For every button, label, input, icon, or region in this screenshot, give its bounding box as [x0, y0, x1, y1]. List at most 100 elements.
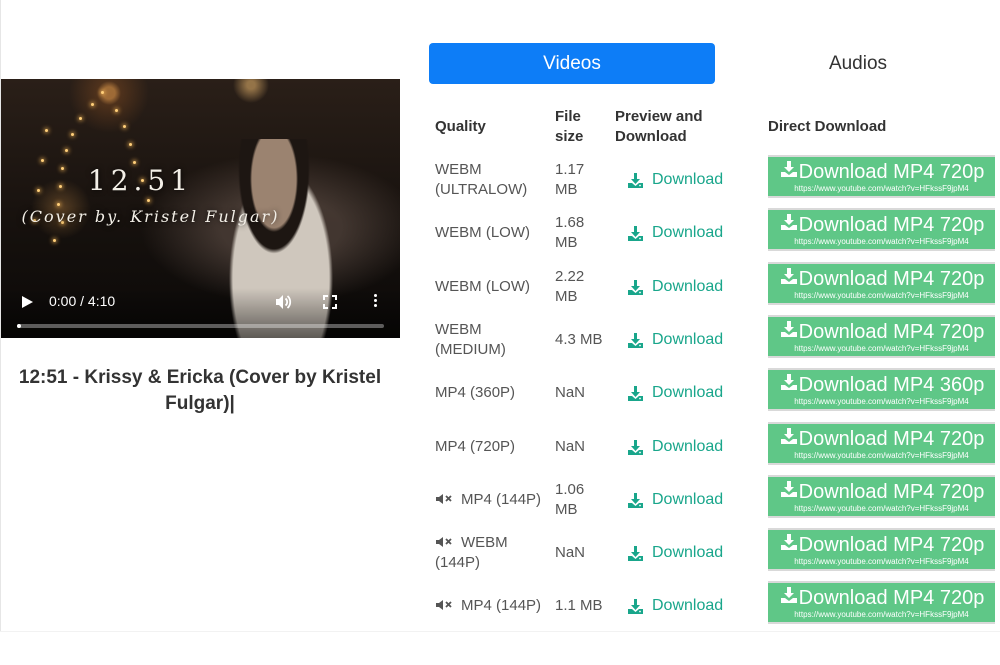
quality-cell: WEBM (LOW) [435, 277, 547, 297]
preview-download-label: Download [652, 438, 724, 455]
quality-cell: MP4 (360P) [435, 383, 547, 403]
download-icon [779, 428, 799, 450]
quality-cell: WEBM (144P) [435, 533, 547, 573]
direct-download-url: https://www.youtube.com/watch?v=HFkssF9j… [794, 610, 969, 619]
file-size-cell: NaN [555, 438, 586, 455]
direct-download-text: Download MP4 720p [798, 481, 985, 503]
file-size-cell: 4.3 MB [555, 331, 603, 348]
download-icon [779, 214, 799, 236]
preview-download-link[interactable]: Download [627, 330, 723, 350]
direct-download-text: Download MP4 360p [798, 374, 985, 396]
download-icon [627, 492, 644, 509]
header-quality: Quality [435, 118, 486, 135]
quality-label: MP4 (720P) [435, 438, 516, 455]
direct-download-button[interactable]: Download MP4 360p https://www.youtube.com… [768, 368, 995, 411]
download-icon [627, 598, 644, 615]
download-icon [779, 268, 799, 290]
direct-download-button[interactable]: Download MP4 720p https://www.youtube.com… [768, 262, 995, 305]
table-row: MP4 (144P) 1.1 MB Download Download MP4 720… [429, 581, 1000, 634]
preview-download-label: Download [652, 597, 724, 614]
preview-download-link[interactable]: Download [627, 543, 723, 563]
direct-download-text: Download MP4 720p [798, 534, 985, 556]
download-icon [779, 534, 799, 556]
direct-download-text: Download MP4 720p [798, 161, 985, 183]
download-icon [627, 385, 644, 402]
download-icon [779, 161, 799, 183]
header-preview: Preview and Download [615, 108, 703, 145]
direct-download-url: https://www.youtube.com/watch?v=HFkssF9j… [794, 291, 969, 300]
quality-label: WEBM (MEDIUM) [435, 321, 506, 358]
direct-download-url: https://www.youtube.com/watch?v=HFkssF9j… [794, 557, 969, 566]
direct-download-button[interactable]: Download MP4 720p https://www.youtube.com… [768, 528, 995, 571]
file-size-cell: NaN [555, 384, 586, 401]
seek-bar[interactable] [17, 324, 384, 328]
direct-download-button[interactable]: Download MP4 720p https://www.youtube.com… [768, 475, 995, 518]
video-player[interactable]: 12.51 (Cover by. Kristel Fulgar) 0:00 / … [1, 79, 400, 338]
direct-download-button[interactable]: Download MP4 720p https://www.youtube.com… [768, 155, 995, 198]
more-vert-icon[interactable] [369, 292, 381, 312]
volume-muted-icon [435, 491, 461, 508]
direct-download-url: https://www.youtube.com/watch?v=HFkssF9j… [794, 504, 969, 513]
header-direct-download: Direct Download [768, 118, 887, 135]
table-row: MP4 (720P) NaN Download Download MP4 720p ht… [429, 422, 1000, 475]
quality-label: MP4 (144P) [461, 597, 542, 614]
download-icon [779, 587, 799, 609]
table-row: MP4 (360P) NaN Download Download MP4 360p ht… [429, 368, 1000, 421]
video-overlay-subtitle: (Cover by. Kristel Fulgar) [21, 207, 280, 226]
direct-download-label: Download MP4 720p [768, 426, 995, 450]
direct-download-text: Download MP4 720p [798, 321, 985, 343]
preview-download-label: Download [652, 331, 724, 348]
direct-download-text: Download MP4 720p [798, 268, 985, 290]
file-size-cell: NaN [555, 544, 586, 561]
table-row: WEBM (144P) NaN Download Download MP4 720p h… [429, 528, 1000, 581]
seek-bar-fill [17, 324, 21, 328]
quality-label: WEBM (LOW) [435, 224, 530, 241]
download-icon [779, 374, 799, 396]
quality-label: WEBM (ULTRALOW) [435, 161, 528, 198]
direct-download-label: Download MP4 720p [768, 266, 995, 290]
download-icon [627, 332, 644, 349]
direct-download-url: https://www.youtube.com/watch?v=HFkssF9j… [794, 344, 969, 353]
volume-muted-icon [435, 534, 461, 551]
direct-download-url: https://www.youtube.com/watch?v=HFkssF9j… [794, 451, 969, 460]
volume-icon[interactable] [274, 293, 292, 311]
tab-audios[interactable]: Audios [715, 43, 1000, 84]
direct-download-label: Download MP4 720p [768, 585, 995, 609]
play-icon[interactable] [19, 294, 35, 310]
player-controls: 0:00 / 4:10 [1, 288, 400, 338]
table-row: WEBM (ULTRALOW) 1.17 MB Download Download M… [429, 155, 1000, 208]
preview-download-label: Download [652, 491, 724, 508]
direct-download-button[interactable]: Download MP4 720p https://www.youtube.com… [768, 208, 995, 251]
quality-cell: MP4 (720P) [435, 437, 547, 457]
preview-download-link[interactable]: Download [627, 490, 723, 510]
direct-download-url: https://www.youtube.com/watch?v=HFkssF9j… [794, 397, 969, 406]
preview-download-label: Download [652, 171, 724, 188]
preview-download-link[interactable]: Download [627, 596, 723, 616]
file-size-cell: 1.06 MB [555, 481, 585, 518]
preview-download-link[interactable]: Download [627, 223, 723, 243]
preview-download-link[interactable]: Download [627, 383, 723, 403]
direct-download-label: Download MP4 720p [768, 479, 995, 503]
fullscreen-icon[interactable] [321, 293, 339, 311]
direct-download-button[interactable]: Download MP4 720p https://www.youtube.com… [768, 422, 995, 465]
direct-download-text: Download MP4 720p [798, 214, 985, 236]
preview-download-link[interactable]: Download [627, 277, 723, 297]
file-size-cell: 1.17 MB [555, 161, 585, 198]
preview-download-link[interactable]: Download [627, 437, 723, 457]
quality-label: MP4 (144P) [461, 491, 542, 508]
direct-download-url: https://www.youtube.com/watch?v=HFkssF9j… [794, 237, 969, 246]
preview-download-link[interactable]: Download [627, 170, 723, 190]
quality-label: MP4 (360P) [435, 384, 516, 401]
video-overlay-title: 12.51 [87, 164, 194, 197]
download-icon [779, 321, 799, 343]
preview-download-label: Download [652, 384, 724, 401]
direct-download-button[interactable]: Download MP4 720p https://www.youtube.com… [768, 315, 995, 358]
tab-videos[interactable]: Videos [429, 43, 715, 84]
preview-download-label: Download [652, 544, 724, 561]
quality-cell: MP4 (144P) [435, 490, 547, 510]
download-icon [779, 481, 799, 503]
quality-cell: WEBM (MEDIUM) [435, 320, 547, 360]
direct-download-button[interactable]: Download MP4 720p https://www.youtube.com… [768, 581, 995, 624]
download-icon [627, 225, 644, 242]
direct-download-label: Download MP4 720p [768, 159, 995, 183]
